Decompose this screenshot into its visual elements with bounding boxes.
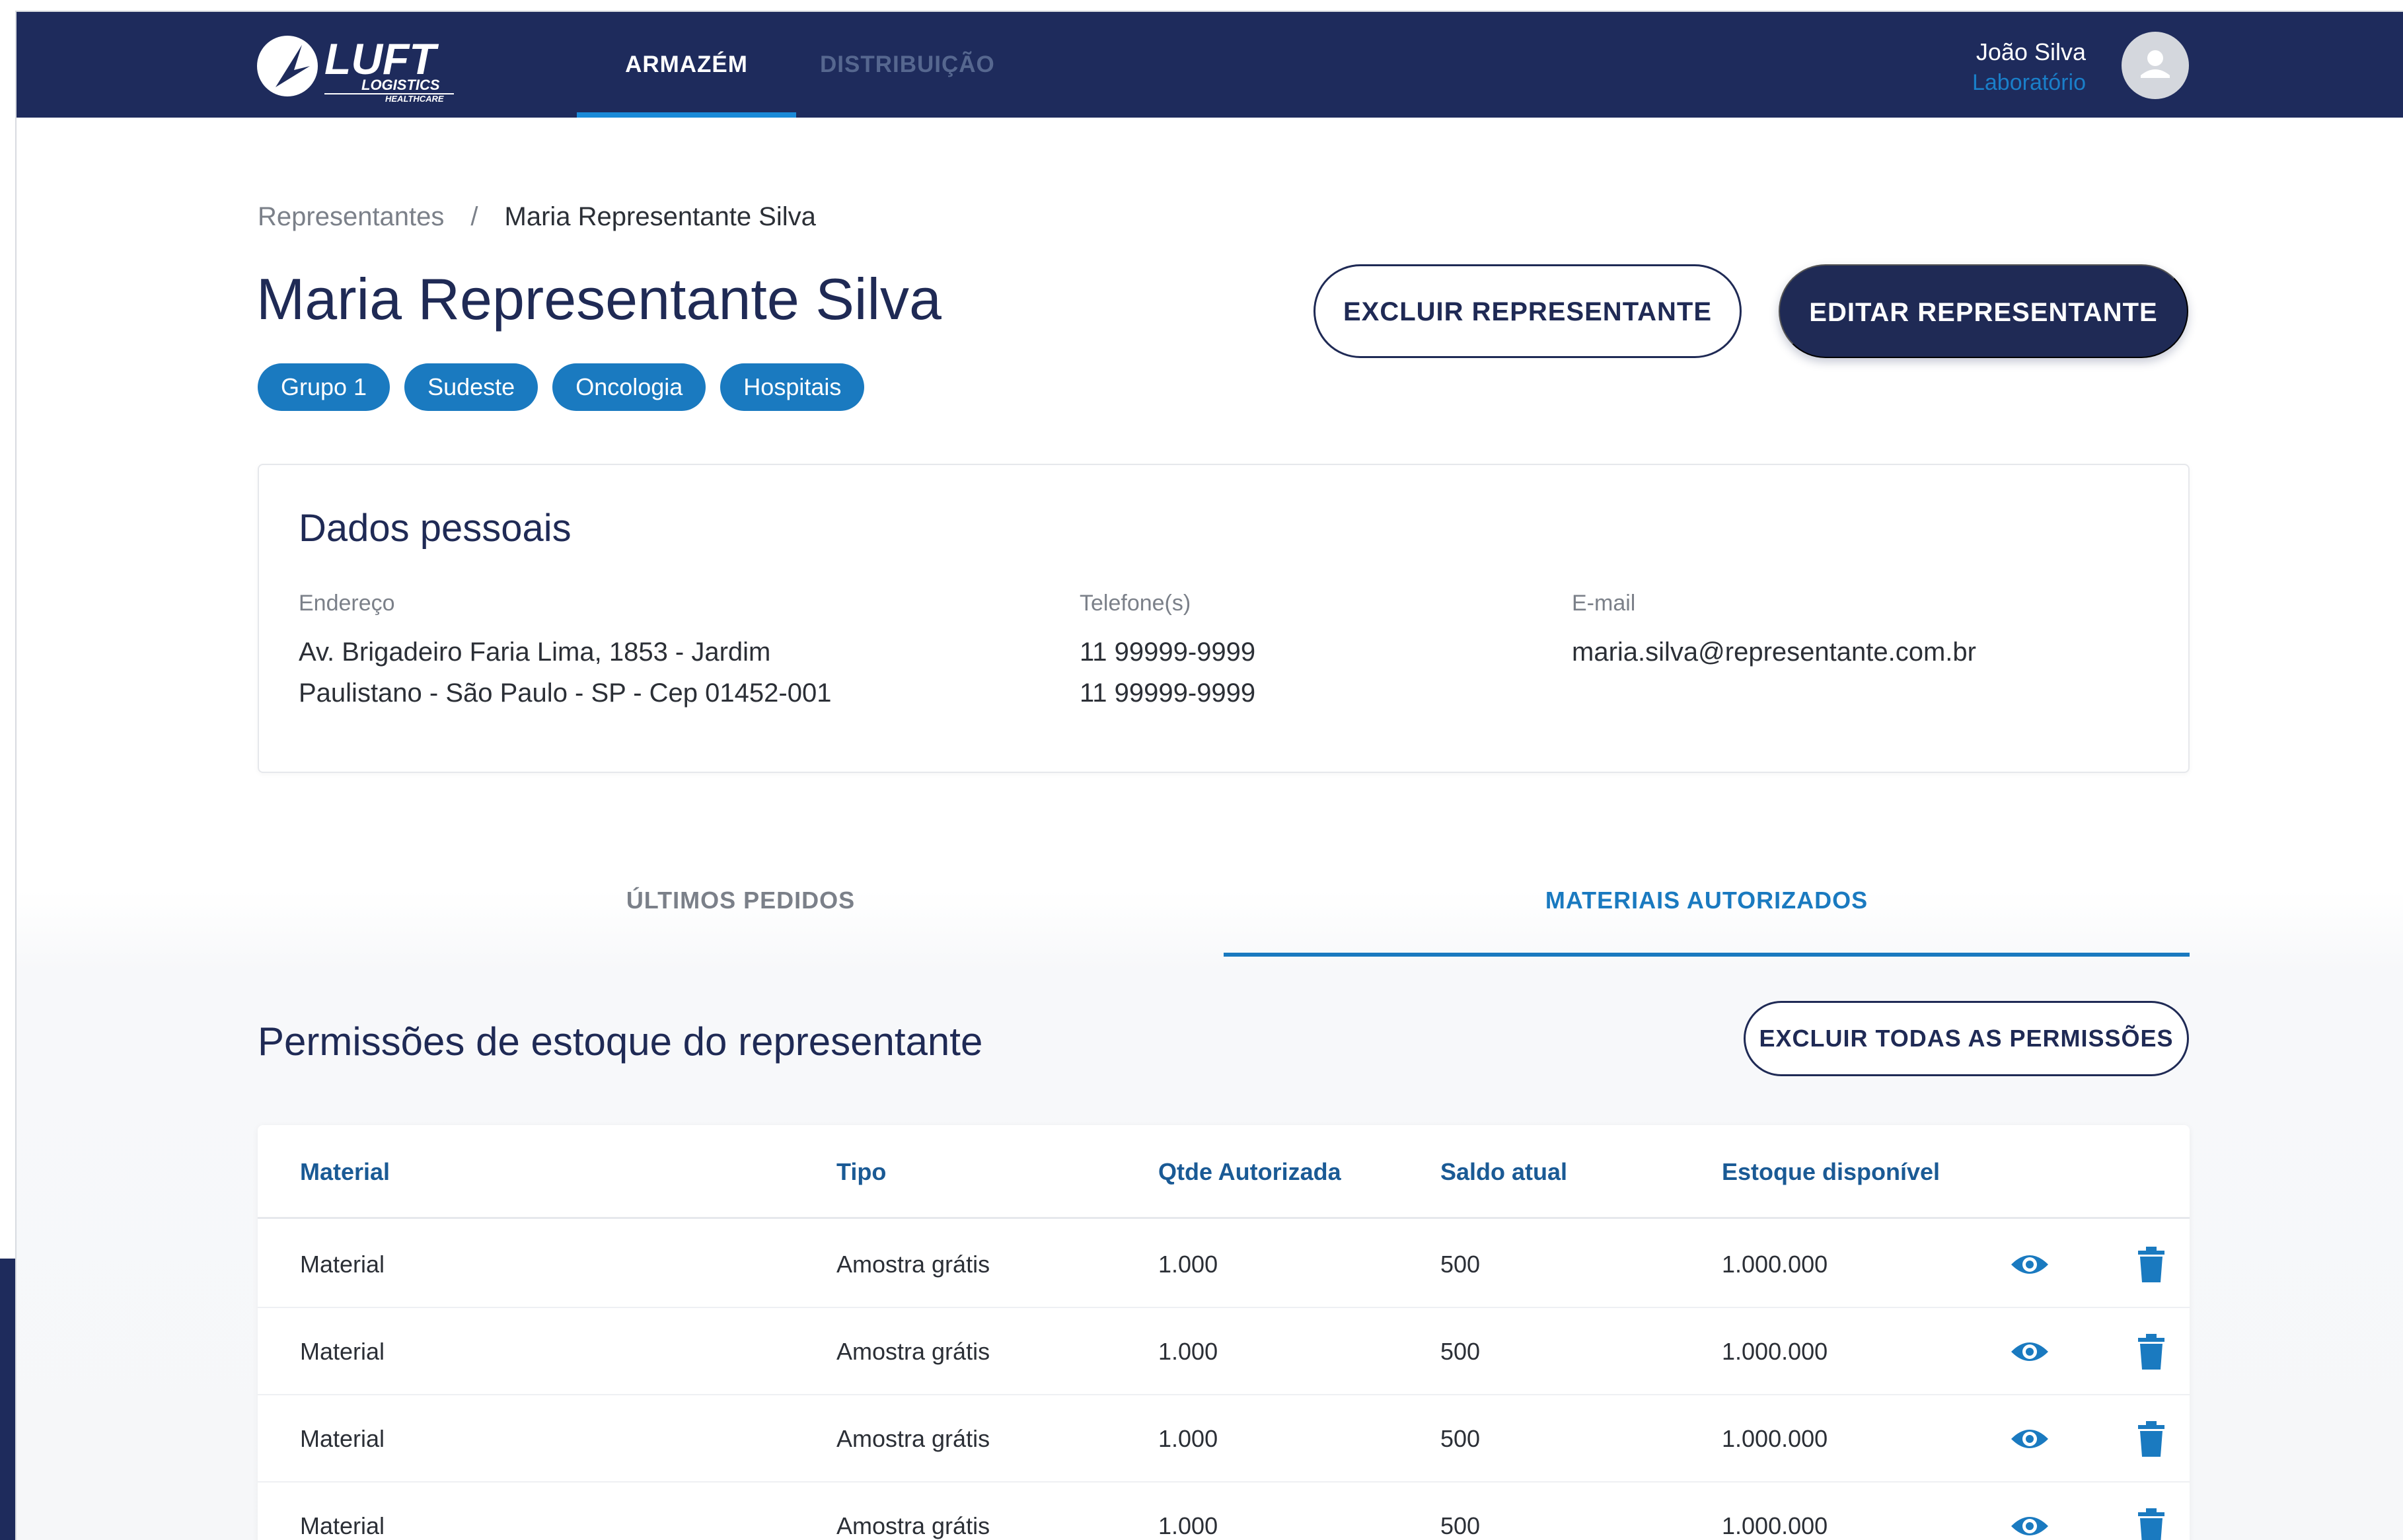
cell-material: Material (300, 1512, 385, 1539)
cell-tipo: Amostra grátis (836, 1251, 990, 1278)
svg-text:LUFT: LUFT (324, 34, 439, 83)
eye-icon (2011, 1517, 2048, 1535)
cell-qtde-autorizada: 1.000 (1158, 1338, 1218, 1365)
top-navigation-bar: LUFT LOGISTICS HEALTHCARE ARMAZÉM DISTRI… (17, 12, 2403, 118)
luft-logo[interactable]: LUFT LOGISTICS HEALTHCARE (256, 32, 474, 104)
table-row: Material Amostra grátis 1.000 500 1.000.… (258, 1483, 2190, 1540)
cell-qtde-autorizada: 1.000 (1158, 1425, 1218, 1452)
column-header-qtde-autorizada[interactable]: Qtde Autorizada (1158, 1125, 1341, 1219)
trash-icon (2138, 1421, 2164, 1457)
content-tabs: ÚLTIMOS PEDIDOS MATERIAIS AUTORIZADOS (258, 851, 2190, 957)
user-role[interactable]: Laboratório (1972, 70, 2086, 96)
phone-label: Telefone(s) (1080, 591, 1191, 616)
personal-data-title: Dados pessoais (299, 507, 572, 550)
view-button[interactable] (2010, 1245, 2050, 1284)
luft-logo-icon: LUFT LOGISTICS HEALTHCARE (257, 34, 454, 104)
tag-hospitais: Hospitais (720, 363, 865, 411)
user-icon (2141, 50, 2170, 78)
eye-icon (2011, 1255, 2048, 1274)
address-line-1: Av. Brigadeiro Faria Lima, 1853 - Jardim (299, 638, 771, 667)
table-row: Material Amostra grátis 1.000 500 1.000.… (258, 1221, 2190, 1308)
permissions-title: Permissões de estoque do representante (258, 1019, 983, 1064)
cell-estoque-disponivel: 1.000.000 (1722, 1338, 1828, 1365)
trash-icon (2138, 1508, 2164, 1540)
tag-sudeste: Sudeste (404, 363, 538, 411)
cell-saldo-atual: 500 (1440, 1512, 1481, 1539)
email-value: maria.silva@representante.com.br (1572, 638, 1976, 667)
phone-1: 11 99999-9999 (1080, 638, 1256, 667)
table-row: Material Amostra grátis 1.000 500 1.000.… (258, 1395, 2190, 1483)
address-value: Av. Brigadeiro Faria Lima, 1853 - Jardim… (299, 632, 831, 714)
cell-tipo: Amostra grátis (836, 1512, 990, 1539)
cell-qtde-autorizada: 1.000 (1158, 1251, 1218, 1278)
eye-icon (2011, 1430, 2048, 1448)
cell-saldo-atual: 500 (1440, 1338, 1481, 1365)
cell-material: Material (300, 1425, 385, 1452)
view-button[interactable] (2010, 1419, 2050, 1459)
tag-oncologia: Oncologia (552, 363, 706, 411)
breadcrumb-link-representantes[interactable]: Representantes (258, 202, 444, 231)
delete-button[interactable] (2131, 1245, 2171, 1284)
trash-icon (2138, 1334, 2164, 1370)
user-name[interactable]: João Silva (1976, 38, 2086, 66)
user-avatar[interactable] (2122, 32, 2189, 99)
column-header-saldo-atual[interactable]: Saldo atual (1440, 1125, 1567, 1219)
view-button[interactable] (2010, 1506, 2050, 1540)
breadcrumb-current: Maria Representante Silva (504, 202, 816, 231)
delete-button[interactable] (2131, 1332, 2171, 1372)
cell-saldo-atual: 500 (1440, 1251, 1481, 1278)
cell-tipo: Amostra grátis (836, 1338, 990, 1365)
cell-estoque-disponivel: 1.000.000 (1722, 1512, 1828, 1539)
tab-ultimos-pedidos[interactable]: ÚLTIMOS PEDIDOS (258, 851, 1224, 957)
cell-tipo: Amostra grátis (836, 1425, 990, 1452)
delete-representative-button[interactable]: EXCLUIR REPRESENTANTE (1313, 264, 1742, 358)
delete-all-permissions-button[interactable]: EXCLUIR TODAS AS PERMISSÕES (1744, 1001, 2189, 1076)
background-edge-bar (0, 1259, 15, 1540)
table-row: Material Amostra grátis 1.000 500 1.000.… (258, 1308, 2190, 1395)
cell-estoque-disponivel: 1.000.000 (1722, 1251, 1828, 1278)
address-line-2: Paulistano - São Paulo - SP - Cep 01452-… (299, 678, 832, 708)
tag-grupo-1: Grupo 1 (258, 363, 390, 411)
cell-qtde-autorizada: 1.000 (1158, 1512, 1218, 1539)
email-label: E-mail (1572, 591, 1636, 616)
delete-button[interactable] (2131, 1506, 2171, 1540)
permissions-table: Material Tipo Qtde Autorizada Saldo atua… (258, 1125, 2190, 1540)
eye-icon (2011, 1342, 2048, 1361)
cell-saldo-atual: 500 (1440, 1425, 1481, 1452)
phone-2: 11 99999-9999 (1080, 678, 1256, 708)
nav-tab-armazem[interactable]: ARMAZÉM (577, 12, 796, 118)
svg-text:LOGISTICS: LOGISTICS (361, 77, 440, 93)
breadcrumb-separator: / (470, 202, 478, 231)
personal-data-card: Dados pessoais Endereço Av. Brigadeiro F… (258, 464, 2190, 773)
column-header-tipo[interactable]: Tipo (836, 1125, 886, 1219)
address-label: Endereço (299, 591, 395, 616)
delete-button[interactable] (2131, 1419, 2171, 1459)
edit-representative-button[interactable]: EDITAR REPRESENTANTE (1779, 264, 2188, 358)
tag-list: Grupo 1 Sudeste Oncologia Hospitais (258, 363, 865, 411)
app-window: LUFT LOGISTICS HEALTHCARE ARMAZÉM DISTRI… (15, 11, 2403, 1540)
cell-estoque-disponivel: 1.000.000 (1722, 1425, 1828, 1452)
breadcrumb: Representantes / Maria Representante Silva (258, 202, 816, 232)
phone-value: 11 99999-9999 11 99999-9999 (1080, 632, 1255, 714)
column-header-material[interactable]: Material (300, 1125, 390, 1219)
svg-text:HEALTHCARE: HEALTHCARE (385, 94, 444, 104)
cell-material: Material (300, 1338, 385, 1365)
column-header-estoque-disponivel[interactable]: Estoque disponível (1722, 1125, 1940, 1219)
cell-material: Material (300, 1251, 385, 1278)
page-title: Maria Representante Silva (256, 266, 942, 332)
trash-icon (2138, 1247, 2164, 1282)
table-header: Material Tipo Qtde Autorizada Saldo atua… (258, 1125, 2190, 1219)
tab-materiais-autorizados[interactable]: MATERIAIS AUTORIZADOS (1224, 851, 2190, 957)
view-button[interactable] (2010, 1332, 2050, 1372)
nav-tab-distribuicao[interactable]: DISTRIBUIÇÃO (820, 12, 995, 118)
